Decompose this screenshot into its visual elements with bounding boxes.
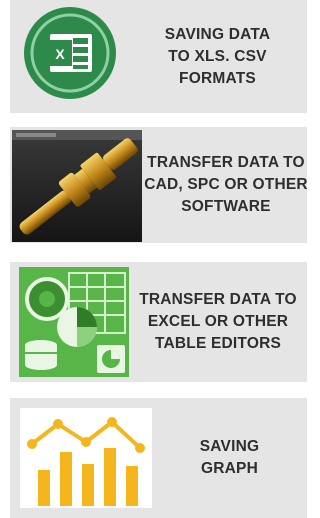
office-apps-icon <box>19 267 129 377</box>
cad-part-render-image <box>12 130 142 242</box>
svg-text:X: X <box>55 46 65 62</box>
excel-file-icon: X <box>18 4 128 102</box>
feature-card-excel-table: TRANSFER DATA TO EXCEL OR OTHER TABLE ED… <box>10 262 307 382</box>
feature-card-xls-csv: X SAVING DATA TO XLS. CSV FORMATS <box>10 0 307 113</box>
feature-label: TRANSFER DATA TO EXCEL OR OTHER TABLE ED… <box>139 291 297 352</box>
bar-line-graph-icon <box>20 408 152 508</box>
feature-card-cad-spc: TRANSFER DATA TO CAD, SPC OR OTHER SOFTW… <box>10 127 308 243</box>
feature-label: SAVING GRAPH <box>199 438 260 477</box>
feature-card-saving-graph: SAVING GRAPH <box>10 398 307 518</box>
feature-label: SAVING DATA TO XLS. CSV FORMATS <box>164 25 271 87</box>
feature-label: TRANSFER DATA TO CAD, SPC OR OTHER SOFTW… <box>144 154 308 215</box>
